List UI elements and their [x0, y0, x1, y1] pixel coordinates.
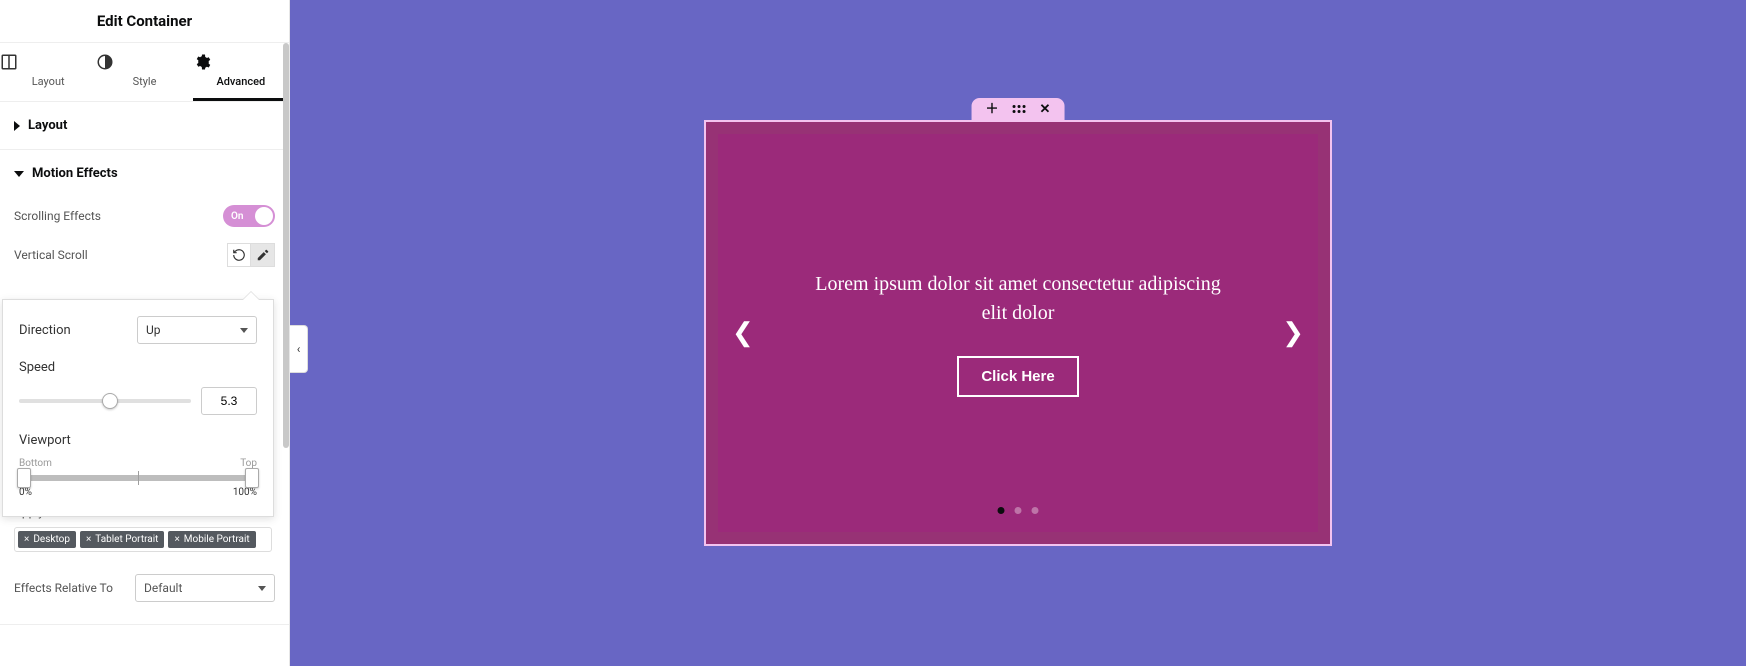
viewport-bottom-labels: 0% 100% — [19, 487, 257, 498]
direction-row: Direction Up — [19, 316, 257, 344]
toggle-on-label: On — [231, 211, 243, 222]
device-tag-tablet[interactable]: × Tablet Portrait — [80, 531, 165, 548]
range-thumb-max[interactable] — [245, 468, 259, 488]
speed-label: Speed — [19, 360, 257, 375]
effects-relative-value: Default — [144, 581, 182, 595]
tab-advanced-label: Advanced — [216, 75, 265, 88]
viewport-max-label: 100% — [233, 487, 257, 498]
sidebar-scrollbar[interactable] — [283, 43, 289, 448]
slider-widget: ❮ ❯ Lorem ipsum dolor sit amet consectet… — [706, 122, 1330, 544]
range-thumb-min[interactable] — [17, 468, 31, 488]
device-tag-mobile-label: Mobile Portrait — [184, 534, 250, 545]
collapse-sidebar-button[interactable]: ‹ — [290, 325, 308, 373]
layout-icon — [0, 53, 96, 71]
pager-dot-1[interactable] — [998, 507, 1005, 514]
viewport-label: Viewport — [19, 433, 257, 448]
range-center-tick — [138, 471, 139, 485]
tab-layout[interactable]: Layout — [0, 43, 96, 101]
scrolling-effects-row: Scrolling Effects On — [14, 197, 275, 235]
close-icon: × — [86, 534, 91, 545]
speed-control — [19, 387, 257, 415]
speed-input[interactable] — [201, 387, 257, 415]
undo-icon — [232, 248, 246, 262]
vertical-scroll-label: Vertical Scroll — [14, 248, 88, 262]
style-icon — [96, 53, 192, 71]
vertical-scroll-row: Vertical Scroll — [14, 235, 275, 275]
section-motion-label: Motion Effects — [32, 166, 118, 181]
section-layout: Layout — [0, 102, 289, 150]
device-tag-desktop-label: Desktop — [33, 534, 70, 545]
pencil-icon — [256, 248, 270, 262]
pager-dot-3[interactable] — [1032, 507, 1039, 514]
chevron-down-icon — [14, 171, 24, 177]
editor-sidebar: Edit Container Layout Style Advanced — [0, 0, 290, 666]
device-tag-mobile[interactable]: × Mobile Portrait — [168, 531, 255, 548]
close-icon: × — [24, 534, 29, 545]
effects-relative-row: Effects Relative To Default — [14, 566, 275, 610]
slider-prev-button[interactable]: ❮ — [732, 318, 754, 348]
vertical-scroll-controls — [227, 243, 275, 267]
tab-layout-label: Layout — [32, 75, 65, 88]
close-icon: × — [174, 534, 179, 545]
slider-pagination — [998, 507, 1039, 514]
speed-slider[interactable] — [19, 399, 191, 403]
device-tag-tablet-label: Tablet Portrait — [95, 534, 158, 545]
container-outline[interactable]: ❮ ❯ Lorem ipsum dolor sit amet consectet… — [704, 120, 1332, 546]
viewport-top-labels: Bottom Top — [19, 458, 257, 469]
viewport-min-label: 0% — [19, 487, 32, 498]
effects-relative-label: Effects Relative To — [14, 581, 113, 595]
slide-heading: Lorem ipsum dolor sit amet consectetur a… — [808, 270, 1228, 328]
selected-container: ＋ ✕ ❮ ❯ Lorem ipsum dolor sit amet conse… — [704, 120, 1332, 546]
vertical-scroll-popover: Direction Up Speed Viewport Bott — [2, 299, 274, 517]
editor-canvas: ‹ ＋ ✕ ❮ ❯ Lorem ipsum dolor sit amet con… — [290, 0, 1746, 666]
chevron-right-icon — [14, 121, 20, 131]
panel-tabs: Layout Style Advanced — [0, 43, 289, 102]
apply-effects-devices[interactable]: × Desktop × Tablet Portrait × Mobile Portra… — [14, 527, 272, 552]
tab-advanced[interactable]: Advanced — [193, 43, 289, 101]
tab-style[interactable]: Style — [96, 43, 192, 101]
chevron-left-icon: ‹ — [297, 342, 301, 356]
chevron-down-icon — [240, 328, 248, 333]
tab-style-label: Style — [133, 75, 157, 88]
scrolling-effects-label: Scrolling Effects — [14, 209, 101, 223]
add-element-button[interactable]: ＋ — [986, 103, 999, 116]
container-toolbar: ＋ ✕ — [972, 98, 1065, 120]
direction-select[interactable]: Up — [137, 316, 257, 344]
gear-icon — [193, 53, 289, 71]
effects-relative-select[interactable]: Default — [135, 574, 275, 602]
edit-settings-button[interactable] — [251, 243, 275, 267]
slider-next-button[interactable]: ❯ — [1282, 318, 1304, 348]
sidebar-scroll-area: Layout Style Advanced Layout — [0, 43, 289, 666]
chevron-down-icon — [258, 586, 266, 591]
drag-handle[interactable] — [1013, 105, 1026, 113]
scrolling-effects-toggle[interactable]: On — [223, 205, 275, 227]
sidebar-title: Edit Container — [0, 0, 289, 43]
section-motion-header[interactable]: Motion Effects — [0, 150, 289, 197]
section-layout-header[interactable]: Layout — [0, 102, 289, 149]
section-layout-label: Layout — [28, 118, 67, 133]
direction-value: Up — [146, 323, 161, 337]
viewport-block: Viewport Bottom Top 0% 100% — [19, 433, 257, 498]
device-tag-desktop[interactable]: × Desktop — [18, 531, 76, 548]
pager-dot-2[interactable] — [1015, 507, 1022, 514]
slide-cta-button[interactable]: Click Here — [957, 356, 1078, 397]
direction-label: Direction — [19, 323, 71, 338]
slider-thumb[interactable] — [102, 393, 118, 409]
viewport-range[interactable] — [19, 475, 257, 481]
reset-button[interactable] — [227, 243, 251, 267]
speed-block: Speed — [19, 360, 257, 415]
delete-element-button[interactable]: ✕ — [1040, 103, 1051, 116]
